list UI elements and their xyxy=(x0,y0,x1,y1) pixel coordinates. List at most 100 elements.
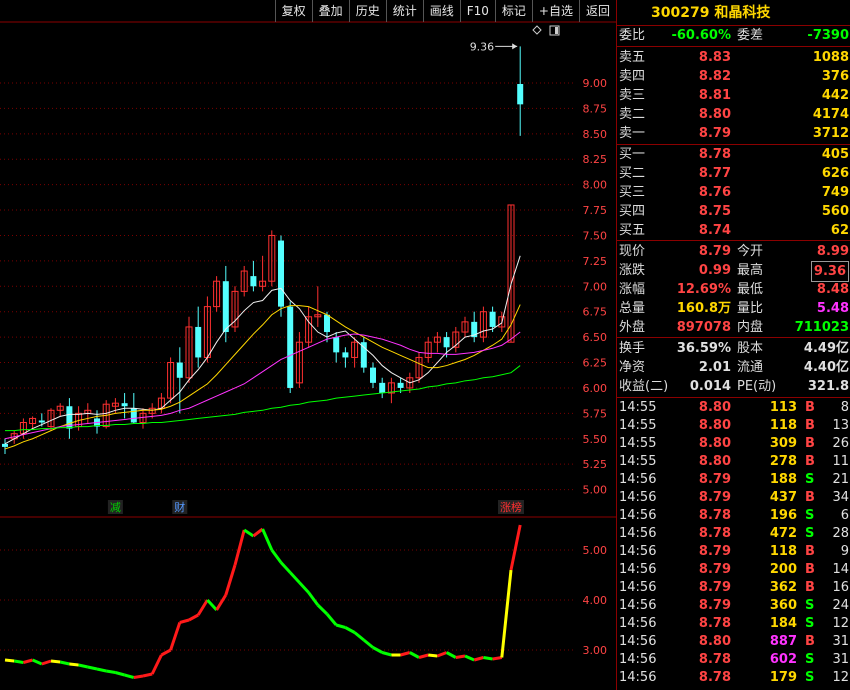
indicator-segment xyxy=(179,618,190,624)
indicator-segment xyxy=(455,654,466,659)
ask-price: 8.79 xyxy=(698,126,731,141)
tick-row[interactable]: 14:55 8.80 118 B 13 xyxy=(617,417,850,435)
indicator-segment xyxy=(133,674,144,679)
row-value-2: 711023 xyxy=(794,320,849,335)
ask-label: 卖四 xyxy=(619,69,646,84)
candle-body xyxy=(333,337,340,353)
bid-row-3[interactable]: 买三 8.76 749 xyxy=(617,183,850,202)
weibi-value: -60.60% xyxy=(671,28,731,43)
price-axis-label: 5.75 xyxy=(583,407,608,420)
toolbar-button-2[interactable]: 历史 xyxy=(348,0,386,22)
ask-row-1[interactable]: 卖五 8.83 1088 xyxy=(617,48,850,67)
tick-volume: 184 xyxy=(769,616,797,631)
diamond-icon xyxy=(532,25,542,35)
tick-row[interactable]: 14:56 8.79 360 S 24 xyxy=(617,597,850,615)
row-value-2: 8.99 xyxy=(816,244,849,259)
indicator-segment xyxy=(169,622,182,651)
tick-volume: 887 xyxy=(769,634,797,649)
tick-row[interactable]: 14:56 8.78 602 S 31 xyxy=(617,651,850,669)
tick-row[interactable]: 14:56 8.78 196 S 6 xyxy=(617,507,850,525)
tick-row[interactable]: 14:55 8.80 278 B 11 xyxy=(617,453,850,471)
tick-row[interactable]: 14:56 8.79 188 S 21 xyxy=(617,471,850,489)
row-value: 0.014 xyxy=(689,379,731,394)
tick-price: 8.80 xyxy=(698,400,731,415)
toolbar-button-3[interactable]: 统计 xyxy=(385,0,423,22)
indicator-segment xyxy=(206,598,218,612)
tick-price: 8.79 xyxy=(698,562,731,577)
bid-price: 8.74 xyxy=(698,223,731,238)
tick-direction: B xyxy=(805,400,815,415)
tick-count: 12 xyxy=(832,616,849,631)
indicator-segment xyxy=(13,659,24,664)
ask-row-3[interactable]: 卖三 8.81 442 xyxy=(617,86,850,105)
indicator-segment xyxy=(150,654,163,675)
ask-price: 8.81 xyxy=(698,88,731,103)
price-axis-label: 9.00 xyxy=(583,77,608,90)
toolbar-button-4[interactable]: 画线 xyxy=(422,0,460,22)
tick-direction: B xyxy=(805,634,815,649)
bid-label: 买三 xyxy=(619,185,646,200)
tick-time: 14:56 xyxy=(619,490,657,505)
event-tag: 减 xyxy=(110,501,121,514)
tick-row[interactable]: 14:56 8.79 118 B 9 xyxy=(617,543,850,561)
kline-chart[interactable]: 9.00 8.75 8.50 8.25 8.00 7.75 7.50 7.25 7.00 6.75… xyxy=(0,0,616,690)
tick-row[interactable]: 14:56 8.78 184 S 12 xyxy=(617,615,850,633)
toolbar-button-1[interactable]: 叠加 xyxy=(311,0,349,22)
tick-direction: B xyxy=(805,436,815,451)
tick-time: 14:56 xyxy=(619,526,657,541)
toolbar-button-8[interactable]: 返回 xyxy=(578,0,616,22)
bid-row-5[interactable]: 买五 8.74 62 xyxy=(617,221,850,240)
indicator-segment xyxy=(353,631,365,642)
indicator-segment xyxy=(316,603,329,616)
event-tag: 涨榜 xyxy=(500,500,522,514)
indicator-segment xyxy=(436,651,448,658)
indicator-segment xyxy=(418,653,429,659)
weibi-label: 委比 xyxy=(619,28,646,43)
toolbar-button-7[interactable]: +自选 xyxy=(531,0,579,22)
row-label-2: PE(动) xyxy=(737,379,777,394)
tick-row[interactable]: 14:56 8.78 179 S 12 xyxy=(617,669,850,687)
indicator-segment xyxy=(428,653,438,658)
tick-count: 11 xyxy=(832,454,849,469)
indicator-segment xyxy=(325,613,338,626)
price-axis-label: 5.25 xyxy=(583,458,608,471)
tick-time: 14:55 xyxy=(619,400,657,415)
candle-body xyxy=(517,84,524,105)
toolbar-button-5[interactable]: F10 xyxy=(459,0,495,22)
candle-body xyxy=(222,281,229,333)
ask-label: 卖一 xyxy=(619,126,646,141)
indicator-segment xyxy=(335,623,346,629)
toolbar-button-6[interactable]: 标记 xyxy=(494,0,532,22)
tick-count: 28 xyxy=(832,526,849,541)
tick-time: 14:56 xyxy=(619,508,657,523)
tick-volume: 362 xyxy=(769,580,797,595)
price-axis-label: 7.50 xyxy=(583,229,608,242)
tick-row[interactable]: 14:55 8.80 113 B 8 xyxy=(617,399,850,417)
ask-row-2[interactable]: 卖四 8.82 376 xyxy=(617,67,850,86)
price-axis-label: 7.25 xyxy=(583,255,608,268)
indicator-segment xyxy=(483,656,493,661)
indicator-axis-label: 4.00 xyxy=(583,594,608,607)
tick-row[interactable]: 14:56 8.79 437 B 34 xyxy=(617,489,850,507)
bid-row-2[interactable]: 买二 8.77 626 xyxy=(617,164,850,183)
indicator-segment xyxy=(261,528,274,551)
ask-row-4[interactable]: 卖二 8.80 4174 xyxy=(617,105,850,124)
ask-price: 8.80 xyxy=(698,107,731,122)
tick-volume: 113 xyxy=(769,400,797,415)
high-marker-arrow xyxy=(512,43,518,50)
tick-row[interactable]: 14:56 8.79 362 B 16 xyxy=(617,579,850,597)
row-label-2: 最高 xyxy=(737,263,764,278)
tick-row[interactable]: 14:56 8.80 887 B 31 xyxy=(617,633,850,651)
indicator-segment xyxy=(381,651,392,657)
candle-body xyxy=(176,362,183,378)
ask-row-5[interactable]: 卖一 8.79 3712 xyxy=(617,124,850,143)
tick-row[interactable]: 14:56 8.79 200 B 14 xyxy=(617,561,850,579)
tick-price: 8.78 xyxy=(698,508,731,523)
tick-volume: 200 xyxy=(769,562,797,577)
tick-row[interactable]: 14:56 8.78 472 S 28 xyxy=(617,525,850,543)
toolbar-button-0[interactable]: 复权 xyxy=(274,0,312,22)
bid-row-4[interactable]: 买四 8.75 560 xyxy=(617,202,850,221)
bid-row-1[interactable]: 买一 8.78 405 xyxy=(617,145,850,164)
candle-body xyxy=(121,403,128,407)
tick-row[interactable]: 14:55 8.80 309 B 26 xyxy=(617,435,850,453)
